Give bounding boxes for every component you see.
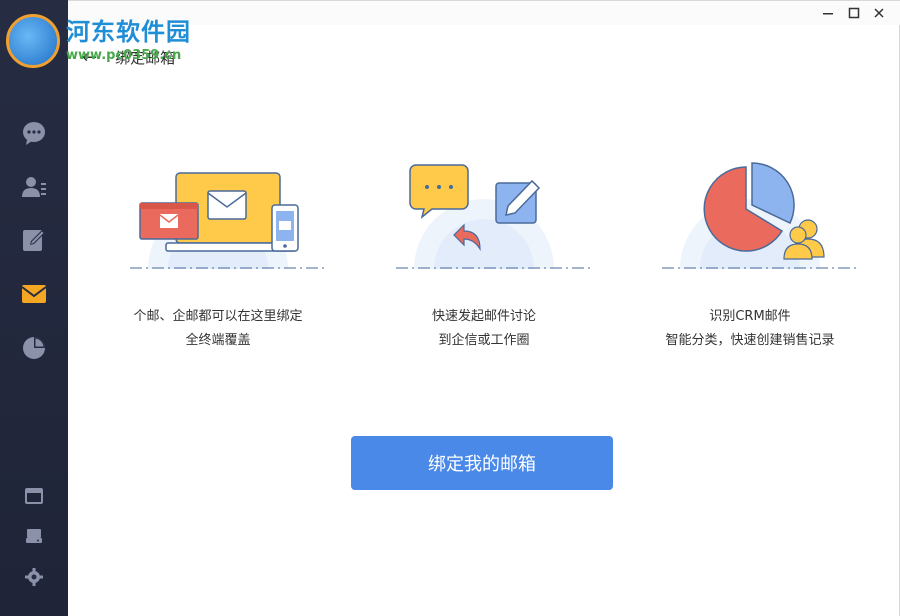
feature-desc-line1: 识别CRM邮件 (709, 309, 791, 324)
watermark-url: www.pc0359.cn (66, 48, 182, 63)
feature-multi-device: 个邮、企邮都可以在这里绑定 全终端覆盖 (88, 151, 348, 353)
crm-chart-illustration (662, 162, 858, 269)
bind-mailbox-button[interactable]: 绑定我的邮箱 (351, 436, 613, 490)
watermark: 河东软件园 www.pc0359.cn (0, 0, 230, 70)
contacts-icon[interactable] (20, 173, 48, 201)
settings-icon[interactable] (20, 563, 48, 591)
feature-desc-line2: 到企信或工作圈 (438, 333, 530, 348)
maximize-button[interactable] (846, 5, 862, 21)
pie-chart-icon[interactable] (20, 334, 48, 362)
minimize-button[interactable] (820, 5, 836, 21)
watermark-title: 河东软件园 (66, 18, 191, 46)
close-button[interactable] (871, 5, 887, 21)
feature-desc-line1: 个邮、企邮都可以在这里绑定 (133, 309, 303, 324)
watermark-logo-icon (6, 14, 60, 68)
feature-crm: 识别CRM邮件 智能分类，快速创建销售记录 (620, 151, 880, 353)
feature-discussion: 快速发起邮件讨论 到企信或工作圈 (354, 151, 614, 353)
multi-device-illustration (130, 172, 326, 269)
feature-desc-line1: 快速发起邮件讨论 (431, 309, 536, 324)
feature-desc-line2: 智能分类，快速创建销售记录 (665, 333, 835, 348)
discussion-illustration (396, 164, 592, 269)
sidebar (0, 0, 68, 616)
storage-icon[interactable] (20, 522, 48, 550)
chat-bubble-icon[interactable] (20, 119, 48, 147)
mail-icon[interactable] (20, 280, 48, 308)
feature-desc-line2: 全终端覆盖 (185, 333, 251, 348)
edit-icon[interactable] (20, 226, 48, 254)
main-panel: ← 绑定邮箱 个邮、企邮都可以在这里绑定 全终端覆盖 快速发起邮件讨论 到企信或… (68, 0, 900, 616)
window-icon[interactable] (20, 482, 48, 510)
